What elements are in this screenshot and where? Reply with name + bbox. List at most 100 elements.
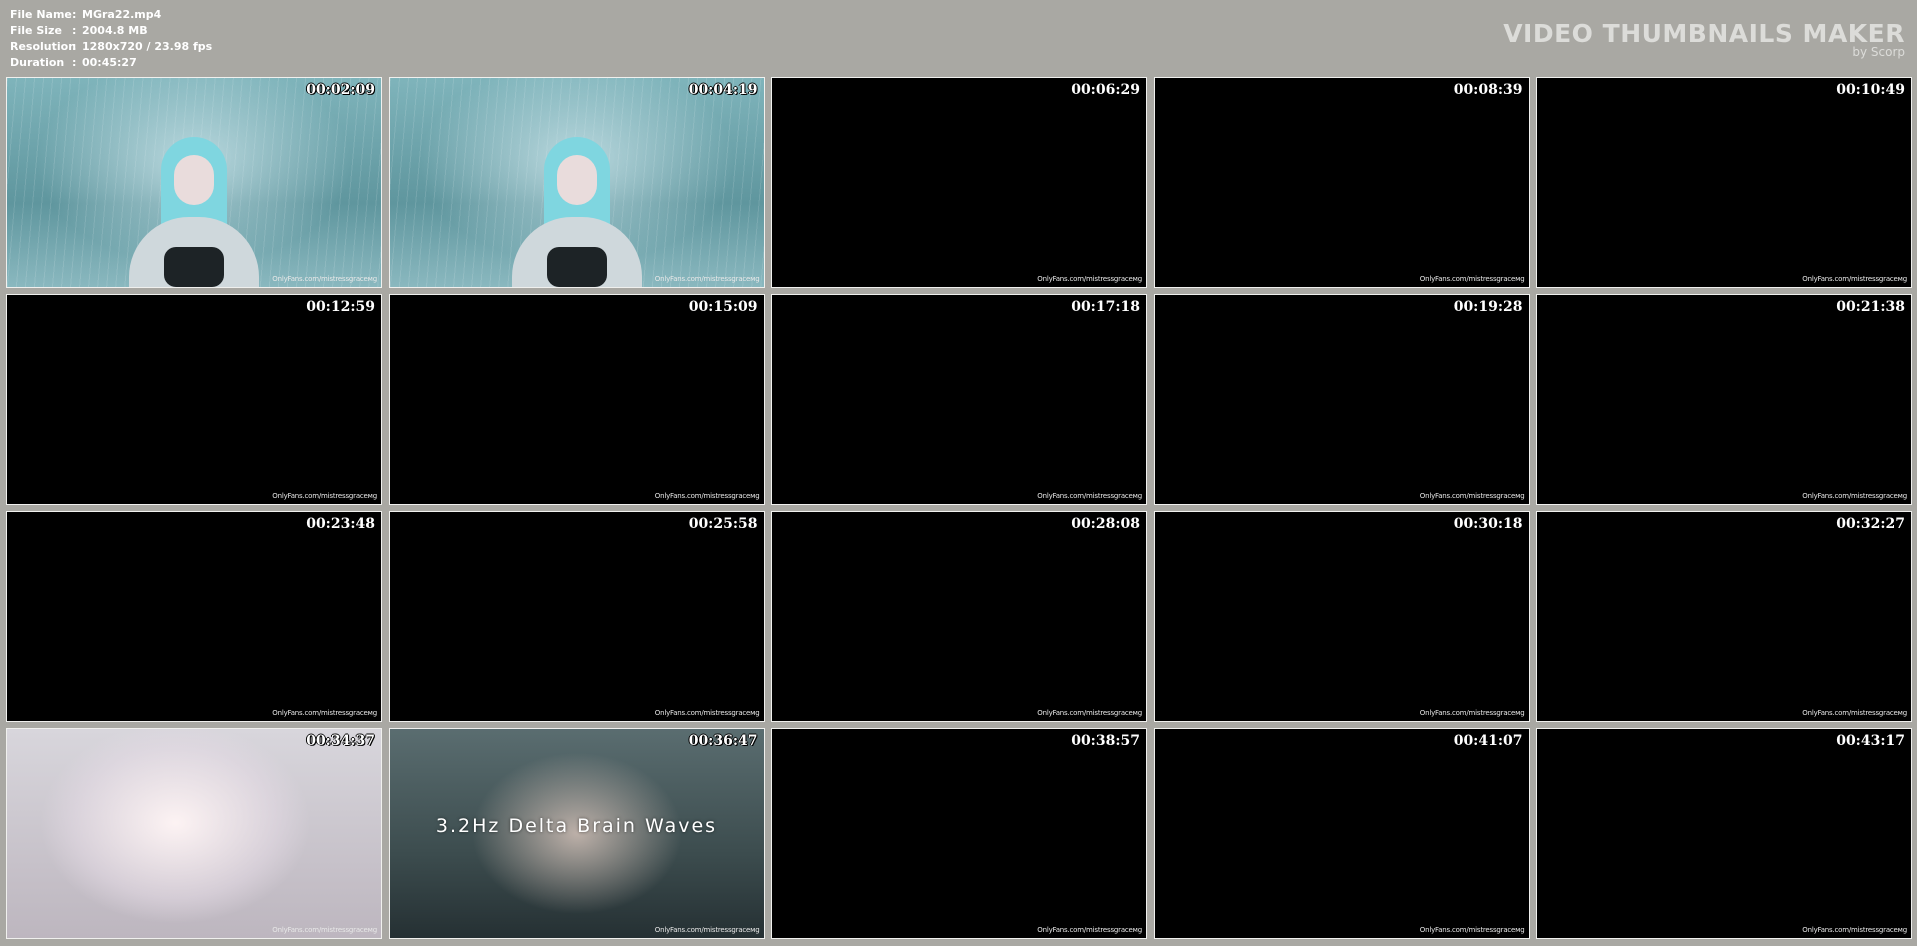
- thumbnail-frame[interactable]: 00:34:37 OnlyFans.com/mistressgraceмg: [6, 728, 382, 939]
- figure-silhouette: [119, 137, 269, 287]
- frame-image: [389, 78, 764, 287]
- timestamp: 00:43:17: [1836, 733, 1905, 749]
- watermark-text: OnlyFans.com/mistressgraceмg: [1419, 926, 1525, 934]
- frame-image: [7, 295, 381, 504]
- figure-silhouette: [502, 137, 652, 287]
- meta-separator: :: [72, 8, 77, 21]
- watermark-text: OnlyFans.com/mistressgraceмg: [654, 275, 760, 283]
- timestamp: 00:41:07: [1453, 733, 1523, 749]
- timestamp: 00:19:28: [1453, 299, 1523, 315]
- brand-logo: VIDEO THUMBNAILS MAKER by Scorp: [1503, 19, 1905, 59]
- watermark-text: OnlyFans.com/mistressgraceмg: [1802, 709, 1907, 717]
- timestamp: 00:21:38: [1836, 299, 1905, 315]
- watermark-text: OnlyFans.com/mistressgraceмg: [1802, 926, 1907, 934]
- watermark-text: OnlyFans.com/mistressgraceмg: [1802, 275, 1907, 283]
- frame-image: [772, 78, 1146, 287]
- timestamp: 00:30:18: [1453, 516, 1523, 532]
- meta-separator: :: [72, 24, 77, 37]
- frame-caption: 3.2Hz Delta Brain Waves: [435, 815, 718, 837]
- thumbnail-frame[interactable]: 00:30:18 OnlyFans.com/mistressgraceмg: [1153, 511, 1530, 722]
- thumbnail-frame[interactable]: 00:25:58 OnlyFans.com/mistressgraceмg: [388, 511, 765, 722]
- meta-separator: :: [72, 40, 77, 53]
- thumbnail-frame[interactable]: 00:28:08 OnlyFans.com/mistressgraceмg: [771, 511, 1147, 722]
- watermark-text: OnlyFans.com/mistressgraceмg: [1419, 709, 1525, 717]
- thumbnail-frame[interactable]: 00:04:19 OnlyFans.com/mistressgraceмg: [388, 77, 765, 288]
- file-size-row: File Size : 2004.8 MB: [10, 23, 212, 39]
- timestamp: 00:15:09: [688, 299, 758, 315]
- brand-title: VIDEO THUMBNAILS MAKER: [1503, 19, 1905, 48]
- meta-separator: :: [72, 56, 77, 69]
- thumbnail-frame[interactable]: 00:41:07 OnlyFans.com/mistressgraceмg: [1153, 728, 1530, 939]
- frame-image: [772, 512, 1146, 721]
- meta-label: Resolution: [10, 40, 77, 53]
- frame-image: [7, 512, 381, 721]
- watermark-text: OnlyFans.com/mistressgraceмg: [1037, 492, 1142, 500]
- file-info: File Name : MGra22.mp4 File Size : 2004.…: [10, 7, 212, 71]
- timestamp: 00:06:29: [1071, 82, 1140, 98]
- thumbnail-grid: 00:02:09 OnlyFans.com/mistressgraceмg 00:0…: [6, 77, 1912, 939]
- watermark-text: OnlyFans.com/mistressgraceмg: [272, 926, 377, 934]
- watermark-text: OnlyFans.com/mistressgraceмg: [654, 492, 760, 500]
- frame-image: [1537, 295, 1911, 504]
- thumbnail-frame[interactable]: 00:06:29 OnlyFans.com/mistressgraceмg: [771, 77, 1147, 288]
- meta-label: File Name: [10, 8, 72, 21]
- frame-image: [7, 729, 381, 938]
- frame-image: [7, 78, 381, 287]
- watermark-text: OnlyFans.com/mistressgraceмg: [1037, 926, 1142, 934]
- file-name-value: MGra22.mp4: [82, 8, 162, 21]
- resolution-value: 1280x720 / 23.98 fps: [82, 40, 213, 53]
- figure-top: [164, 247, 224, 287]
- watermark-text: OnlyFans.com/mistressgraceмg: [1419, 492, 1525, 500]
- thumbnail-frame[interactable]: 00:21:38 OnlyFans.com/mistressgraceмg: [1536, 294, 1912, 505]
- thumbnail-frame[interactable]: 00:17:18 OnlyFans.com/mistressgraceмg: [771, 294, 1147, 505]
- frame-image: [1155, 295, 1529, 504]
- frame-image: [390, 295, 764, 504]
- watermark-text: OnlyFans.com/mistressgraceмg: [272, 275, 377, 283]
- thumbnail-frame[interactable]: 00:23:48 OnlyFans.com/mistressgraceмg: [6, 511, 382, 722]
- file-name-row: File Name : MGra22.mp4: [10, 7, 212, 23]
- frame-image: [1155, 512, 1529, 721]
- timestamp: 00:10:49: [1836, 82, 1905, 98]
- thumbnail-frame[interactable]: 00:12:59 OnlyFans.com/mistressgraceмg: [6, 294, 382, 505]
- watermark-text: OnlyFans.com/mistressgraceмg: [1037, 275, 1142, 283]
- frame-image: [1537, 78, 1911, 287]
- thumbnail-frame[interactable]: 00:02:09 OnlyFans.com/mistressgraceмg: [6, 77, 382, 288]
- duration-value: 00:45:27: [82, 56, 137, 69]
- timestamp: 00:02:09: [306, 82, 375, 98]
- frame-image: [772, 295, 1146, 504]
- thumbnail-frame[interactable]: 00:32:27 OnlyFans.com/mistressgraceмg: [1536, 511, 1912, 722]
- timestamp: 00:25:58: [688, 516, 758, 532]
- watermark-text: OnlyFans.com/mistressgraceмg: [272, 492, 377, 500]
- frame-image: [1537, 512, 1911, 721]
- frame-image: [390, 512, 764, 721]
- figure-face: [174, 155, 214, 205]
- meta-label: File Size: [10, 24, 62, 37]
- frame-image: [1155, 78, 1529, 287]
- timestamp: 00:08:39: [1453, 82, 1523, 98]
- thumbnail-frame[interactable]: 00:10:49 OnlyFans.com/mistressgraceмg: [1536, 77, 1912, 288]
- duration-row: Duration : 00:45:27: [10, 55, 212, 71]
- frame-image: [1537, 729, 1911, 938]
- thumbnail-frame[interactable]: 00:43:17 OnlyFans.com/mistressgraceмg: [1536, 728, 1912, 939]
- resolution-row: Resolution : 1280x720 / 23.98 fps: [10, 39, 212, 55]
- timestamp: 00:32:27: [1836, 516, 1905, 532]
- timestamp: 00:38:57: [1071, 733, 1140, 749]
- watermark-text: OnlyFans.com/mistressgraceмg: [1037, 709, 1142, 717]
- thumbnail-frame[interactable]: 00:19:28 OnlyFans.com/mistressgraceмg: [1153, 294, 1530, 505]
- timestamp: 00:23:48: [306, 516, 375, 532]
- watermark-text: OnlyFans.com/mistressgraceмg: [1419, 275, 1525, 283]
- watermark-text: OnlyFans.com/mistressgraceмg: [654, 926, 760, 934]
- timestamp: 00:12:59: [306, 299, 375, 315]
- watermark-text: OnlyFans.com/mistressgraceмg: [1802, 492, 1907, 500]
- thumbnail-frame[interactable]: 00:15:09 OnlyFans.com/mistressgraceмg: [388, 294, 765, 505]
- figure-top: [546, 247, 607, 287]
- thumbnail-frame[interactable]: 00:38:57 OnlyFans.com/mistressgraceмg: [771, 728, 1147, 939]
- meta-label: Duration: [10, 56, 65, 69]
- frame-image: [772, 729, 1146, 938]
- watermark-text: OnlyFans.com/mistressgraceмg: [272, 709, 377, 717]
- timestamp: 00:17:18: [1071, 299, 1140, 315]
- thumbnail-frame[interactable]: 3.2Hz Delta Brain Waves 00:36:47 OnlyFans.…: [388, 728, 765, 939]
- frame-image: [1155, 729, 1529, 938]
- timestamp: 00:34:37: [306, 733, 375, 749]
- thumbnail-frame[interactable]: 00:08:39 OnlyFans.com/mistressgraceмg: [1153, 77, 1530, 288]
